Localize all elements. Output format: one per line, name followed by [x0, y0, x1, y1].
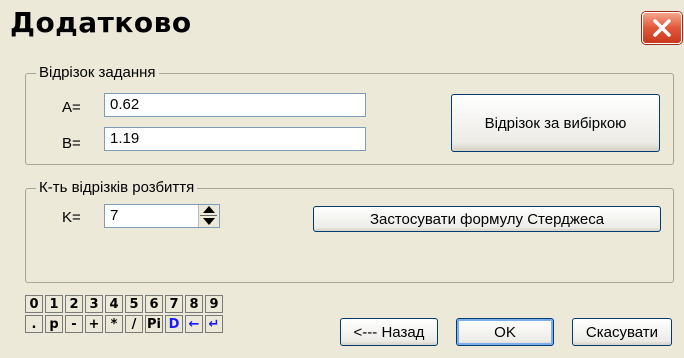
- key-1[interactable]: 1: [45, 295, 63, 313]
- key-2[interactable]: 2: [65, 295, 83, 313]
- key-dot[interactable]: .: [25, 315, 43, 333]
- sturges-formula-button[interactable]: Застосувати формулу Стерджеса: [313, 206, 661, 232]
- key-6[interactable]: 6: [145, 295, 163, 313]
- key-7[interactable]: 7: [165, 295, 183, 313]
- segment-group-legend: Відрізок задання: [36, 64, 159, 81]
- dialog-title: Додатково: [10, 6, 192, 39]
- cancel-button[interactable]: Скасувати: [572, 318, 672, 346]
- dialog-window: Додатково Відрізок задання A= 0.62 B= 1.…: [0, 0, 684, 358]
- key-4[interactable]: 4: [105, 295, 123, 313]
- spin-up-icon[interactable]: [203, 206, 215, 213]
- spin-down-icon[interactable]: [203, 218, 215, 225]
- partition-groupbox: К-ть відрізків розбиття: [25, 179, 674, 283]
- key-divide[interactable]: /: [125, 315, 143, 333]
- key-3[interactable]: 3: [85, 295, 103, 313]
- a-input[interactable]: 0.62: [104, 93, 366, 117]
- k-label: K=: [62, 209, 81, 226]
- key-minus[interactable]: -: [65, 315, 83, 333]
- key-enter[interactable]: ↵: [205, 315, 223, 333]
- key-multiply[interactable]: *: [105, 315, 123, 333]
- key-5[interactable]: 5: [125, 295, 143, 313]
- segment-by-sample-button[interactable]: Відрізок за вибіркою: [451, 94, 660, 152]
- partition-group-legend: К-ть відрізків розбиття: [36, 179, 198, 196]
- key-backspace[interactable]: ←: [185, 315, 203, 333]
- key-9[interactable]: 9: [205, 295, 223, 313]
- ok-button[interactable]: OK: [456, 318, 554, 346]
- a-label: A=: [62, 99, 81, 116]
- title-bar: Додатково: [0, 0, 684, 46]
- b-label: B=: [62, 135, 81, 152]
- key-d[interactable]: D: [165, 315, 183, 333]
- key-pi[interactable]: Pi: [145, 315, 163, 333]
- key-0[interactable]: 0: [25, 295, 43, 313]
- b-input[interactable]: 1.19: [104, 127, 366, 151]
- close-icon: [653, 19, 671, 37]
- key-8[interactable]: 8: [185, 295, 203, 313]
- key-p[interactable]: p: [45, 315, 63, 333]
- back-button[interactable]: <--- Назад: [340, 318, 438, 346]
- close-button[interactable]: [642, 12, 682, 44]
- spin-divider: [200, 215, 217, 216]
- key-plus[interactable]: +: [85, 315, 103, 333]
- k-spinner[interactable]: [198, 205, 219, 227]
